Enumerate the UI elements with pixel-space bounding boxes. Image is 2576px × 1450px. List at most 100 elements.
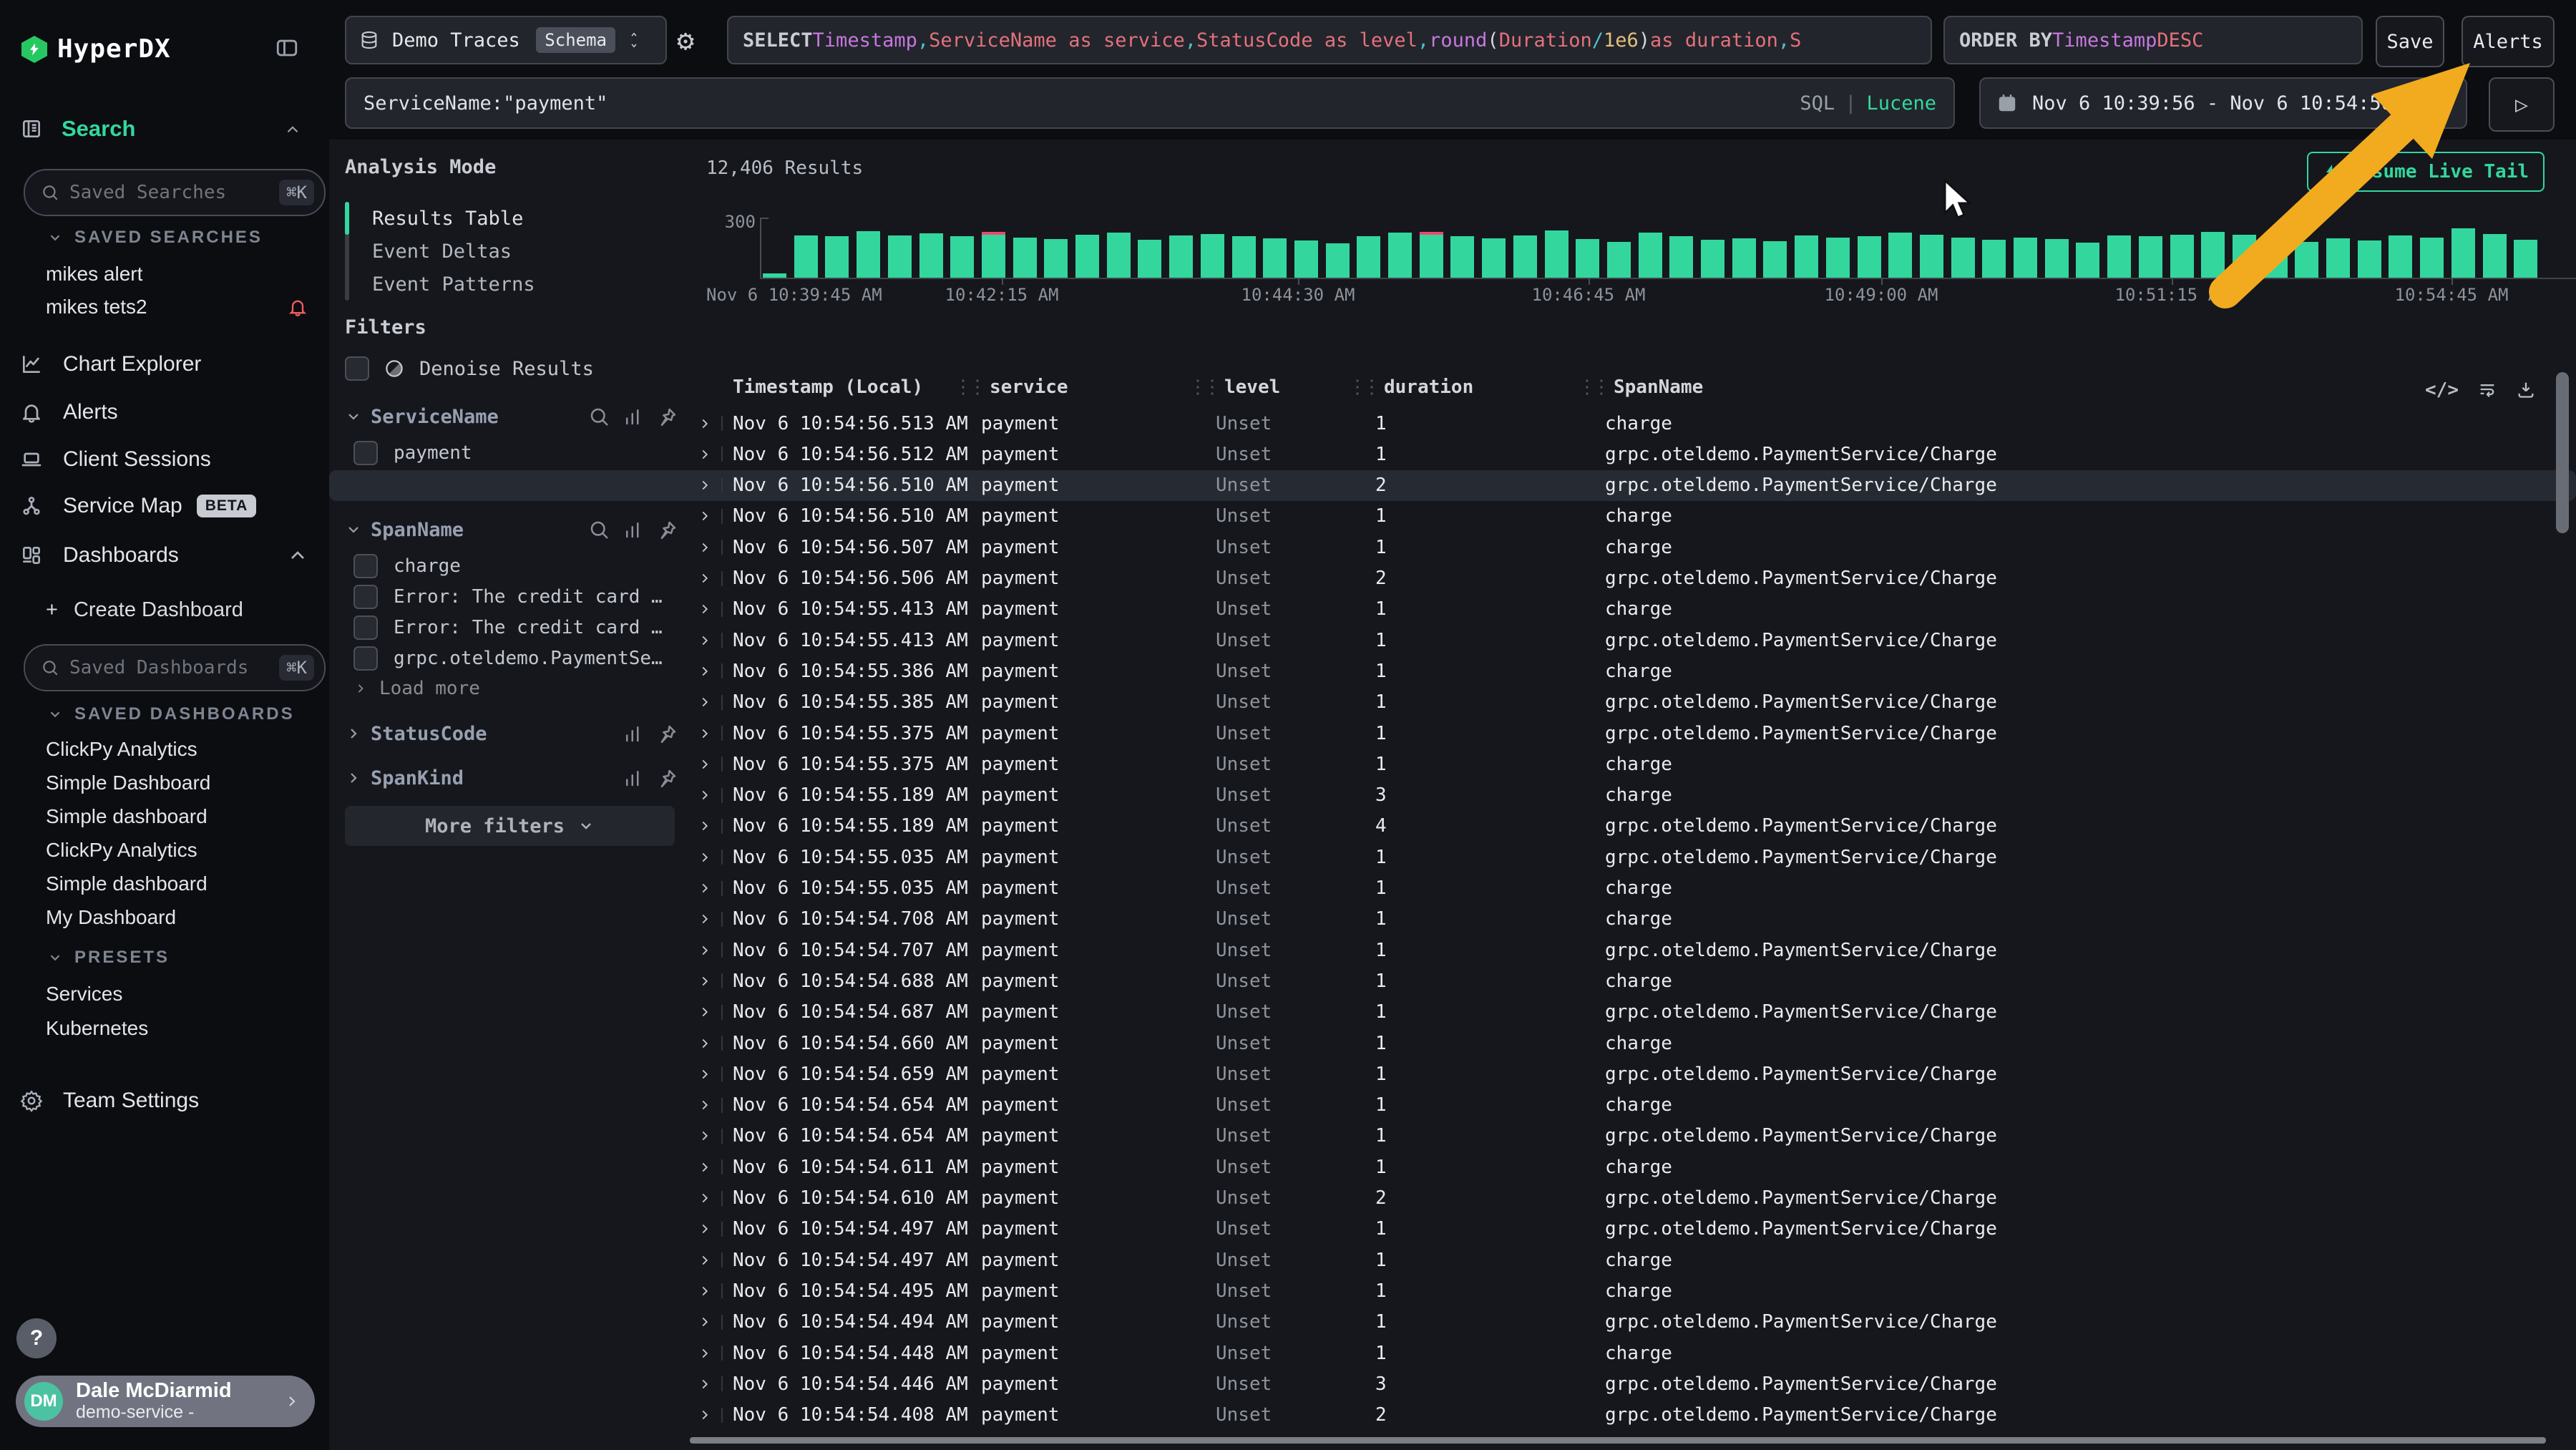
expand-row-icon[interactable] <box>697 1097 713 1113</box>
histogram-bar[interactable] <box>1075 235 1099 278</box>
histogram-bar[interactable] <box>825 236 849 278</box>
histogram-bar[interactable] <box>2233 235 2256 278</box>
expand-row-icon[interactable] <box>697 447 713 462</box>
histogram-bar[interactable] <box>794 235 818 278</box>
table-row[interactable]: Nov 6 10:54:54.654 AMpaymentUnset1grpc.o… <box>329 1121 2576 1152</box>
table-row[interactable]: Nov 6 10:54:55.385 AMpaymentUnset1grpc.o… <box>329 687 2576 718</box>
download-icon[interactable] <box>2516 379 2536 399</box>
search-query-input[interactable]: ServiceName:"payment" SQL | Lucene <box>345 77 1955 129</box>
preset-item[interactable]: Kubernetes <box>46 1014 148 1043</box>
checkbox[interactable] <box>345 356 369 381</box>
histogram-bar[interactable] <box>2045 239 2069 278</box>
histogram-bar[interactable] <box>2451 228 2475 278</box>
histogram-bar[interactable] <box>857 231 880 278</box>
histogram-bar[interactable] <box>919 233 943 278</box>
expand-row-icon[interactable] <box>697 508 713 524</box>
chevron-up-icon[interactable] <box>283 120 302 139</box>
table-row[interactable]: Nov 6 10:54:56.510 AMpaymentUnset2grpc.o… <box>329 470 2576 501</box>
column-drag-handle[interactable]: ⋮⋮ <box>1348 376 1377 398</box>
expand-row-icon[interactable] <box>697 1159 713 1175</box>
saved-search-item[interactable]: mikes alert <box>46 260 142 288</box>
histogram-bar[interactable] <box>2389 235 2412 278</box>
column-header-service[interactable]: ⋮⋮service <box>954 376 1068 398</box>
histogram-bar[interactable] <box>888 235 912 278</box>
table-row[interactable]: Nov 6 10:54:56.510 AMpaymentUnset1charge <box>329 501 2576 532</box>
histogram-bar[interactable] <box>1388 233 1412 278</box>
save-button[interactable]: Save <box>2376 16 2444 67</box>
histogram-bar[interactable] <box>1513 235 1537 278</box>
expand-row-icon[interactable] <box>697 1346 713 1361</box>
expand-row-icon[interactable] <box>697 1036 713 1051</box>
histogram-bar[interactable] <box>2514 240 2537 278</box>
column-header-level[interactable]: ⋮⋮level <box>1189 376 1280 398</box>
histogram-bar[interactable] <box>1013 238 1037 278</box>
sidebar-item-team-settings[interactable]: Team Settings <box>0 1085 329 1116</box>
histogram-bar[interactable] <box>1763 241 1787 278</box>
histogram-bar[interactable] <box>1420 235 1443 278</box>
histogram-bar[interactable] <box>2076 243 2099 278</box>
expand-row-icon[interactable] <box>697 726 713 741</box>
source-select[interactable]: Demo Traces Schema <box>345 16 667 64</box>
histogram-bar[interactable] <box>1920 235 1943 278</box>
column-drag-handle[interactable]: ⋮⋮ <box>1189 376 1217 398</box>
histogram-bar[interactable] <box>2170 235 2194 278</box>
sidebar-item-search[interactable]: Search <box>62 116 135 142</box>
source-settings-gear-icon[interactable]: ⚙ <box>677 24 694 57</box>
analysis-tab-results-table[interactable]: Results Table <box>372 202 523 235</box>
column-drag-handle[interactable]: ⋮⋮ <box>1578 376 1606 398</box>
histogram-bar[interactable] <box>1576 239 1599 278</box>
denoise-results-toggle[interactable]: Denoise Results <box>345 356 594 381</box>
expand-row-icon[interactable] <box>697 1376 713 1392</box>
user-menu[interactable]: DM Dale McDiarmid demo-service - <box>16 1376 315 1427</box>
histogram-bar[interactable] <box>2107 235 2131 278</box>
expand-row-icon[interactable] <box>697 787 713 803</box>
table-row[interactable]: Nov 6 10:54:54.448 AMpaymentUnset1charge <box>329 1338 2576 1368</box>
resume-live-tail-button[interactable]: Resume Live Tail <box>2307 152 2545 192</box>
histogram-bar[interactable] <box>1201 234 1224 278</box>
saved-dashboards-input[interactable]: Saved Dashboards ⌘K <box>24 644 326 691</box>
histogram-bar[interactable] <box>2014 238 2037 278</box>
table-row[interactable]: Nov 6 10:54:54.494 AMpaymentUnset1grpc.o… <box>329 1307 2576 1338</box>
table-row[interactable]: Nov 6 10:54:55.189 AMpaymentUnset4grpc.o… <box>329 811 2576 842</box>
expand-row-icon[interactable] <box>697 694 713 710</box>
histogram-bar[interactable] <box>2201 232 2225 278</box>
histogram-bar[interactable] <box>1294 240 1318 278</box>
table-row[interactable]: Nov 6 10:54:55.375 AMpaymentUnset1grpc.o… <box>329 718 2576 749</box>
expand-row-icon[interactable] <box>697 570 713 586</box>
histogram-bar[interactable] <box>2139 236 2162 278</box>
table-row[interactable]: Nov 6 10:54:56.513 AMpaymentUnset1charge <box>329 408 2576 439</box>
expand-row-icon[interactable] <box>697 540 713 555</box>
histogram-bar[interactable] <box>1826 238 1850 278</box>
table-row[interactable]: Nov 6 10:54:54.495 AMpaymentUnset1charge <box>329 1275 2576 1306</box>
histogram-bar[interactable] <box>1888 233 1912 278</box>
table-row[interactable]: Nov 6 10:54:56.512 AMpaymentUnset1grpc.o… <box>329 439 2576 469</box>
expand-row-icon[interactable] <box>697 850 713 865</box>
expand-row-icon[interactable] <box>697 1128 713 1144</box>
expand-row-icon[interactable] <box>697 973 713 989</box>
expand-row-icon[interactable] <box>697 1066 713 1082</box>
histogram-bar[interactable] <box>1044 239 1068 278</box>
saved-searches-input[interactable]: Saved Searches ⌘K <box>24 169 326 216</box>
histogram-bar[interactable] <box>1482 238 1506 278</box>
date-range-picker[interactable]: Nov 6 10:39:56 - Nov 6 10:54:56 <box>1979 77 2467 129</box>
saved-search-item[interactable]: mikes tets2 <box>46 293 147 321</box>
histogram-bar[interactable] <box>1263 238 1287 278</box>
expand-row-icon[interactable] <box>697 1252 713 1268</box>
expand-row-icon[interactable] <box>697 1221 713 1237</box>
histogram-bar[interactable] <box>982 235 1005 278</box>
histogram-bar[interactable] <box>1669 236 1693 278</box>
histogram-bar[interactable] <box>1232 236 1256 278</box>
saved-dashboard-item[interactable]: Simple dashboard <box>46 870 208 898</box>
table-row[interactable]: Nov 6 10:54:54.408 AMpaymentUnset2grpc.o… <box>329 1400 2576 1431</box>
histogram-bar[interactable] <box>1951 238 1975 278</box>
sql-select-input[interactable]: SELECT Timestamp, ServiceName as service… <box>727 16 1932 64</box>
histogram-bar[interactable] <box>1326 243 1350 278</box>
histogram-bar[interactable] <box>1858 236 1881 278</box>
histogram-bar[interactable] <box>1639 233 1662 278</box>
histogram-bar[interactable] <box>2420 238 2444 278</box>
horizontal-scrollbar[interactable] <box>690 1437 2546 1444</box>
table-row[interactable]: Nov 6 10:54:54.611 AMpaymentUnset1charge <box>329 1152 2576 1182</box>
vertical-scrollbar[interactable] <box>2556 372 2569 533</box>
analysis-tab-event-patterns[interactable]: Event Patterns <box>372 268 535 301</box>
table-row[interactable]: Nov 6 10:54:54.654 AMpaymentUnset1charge <box>329 1090 2576 1121</box>
